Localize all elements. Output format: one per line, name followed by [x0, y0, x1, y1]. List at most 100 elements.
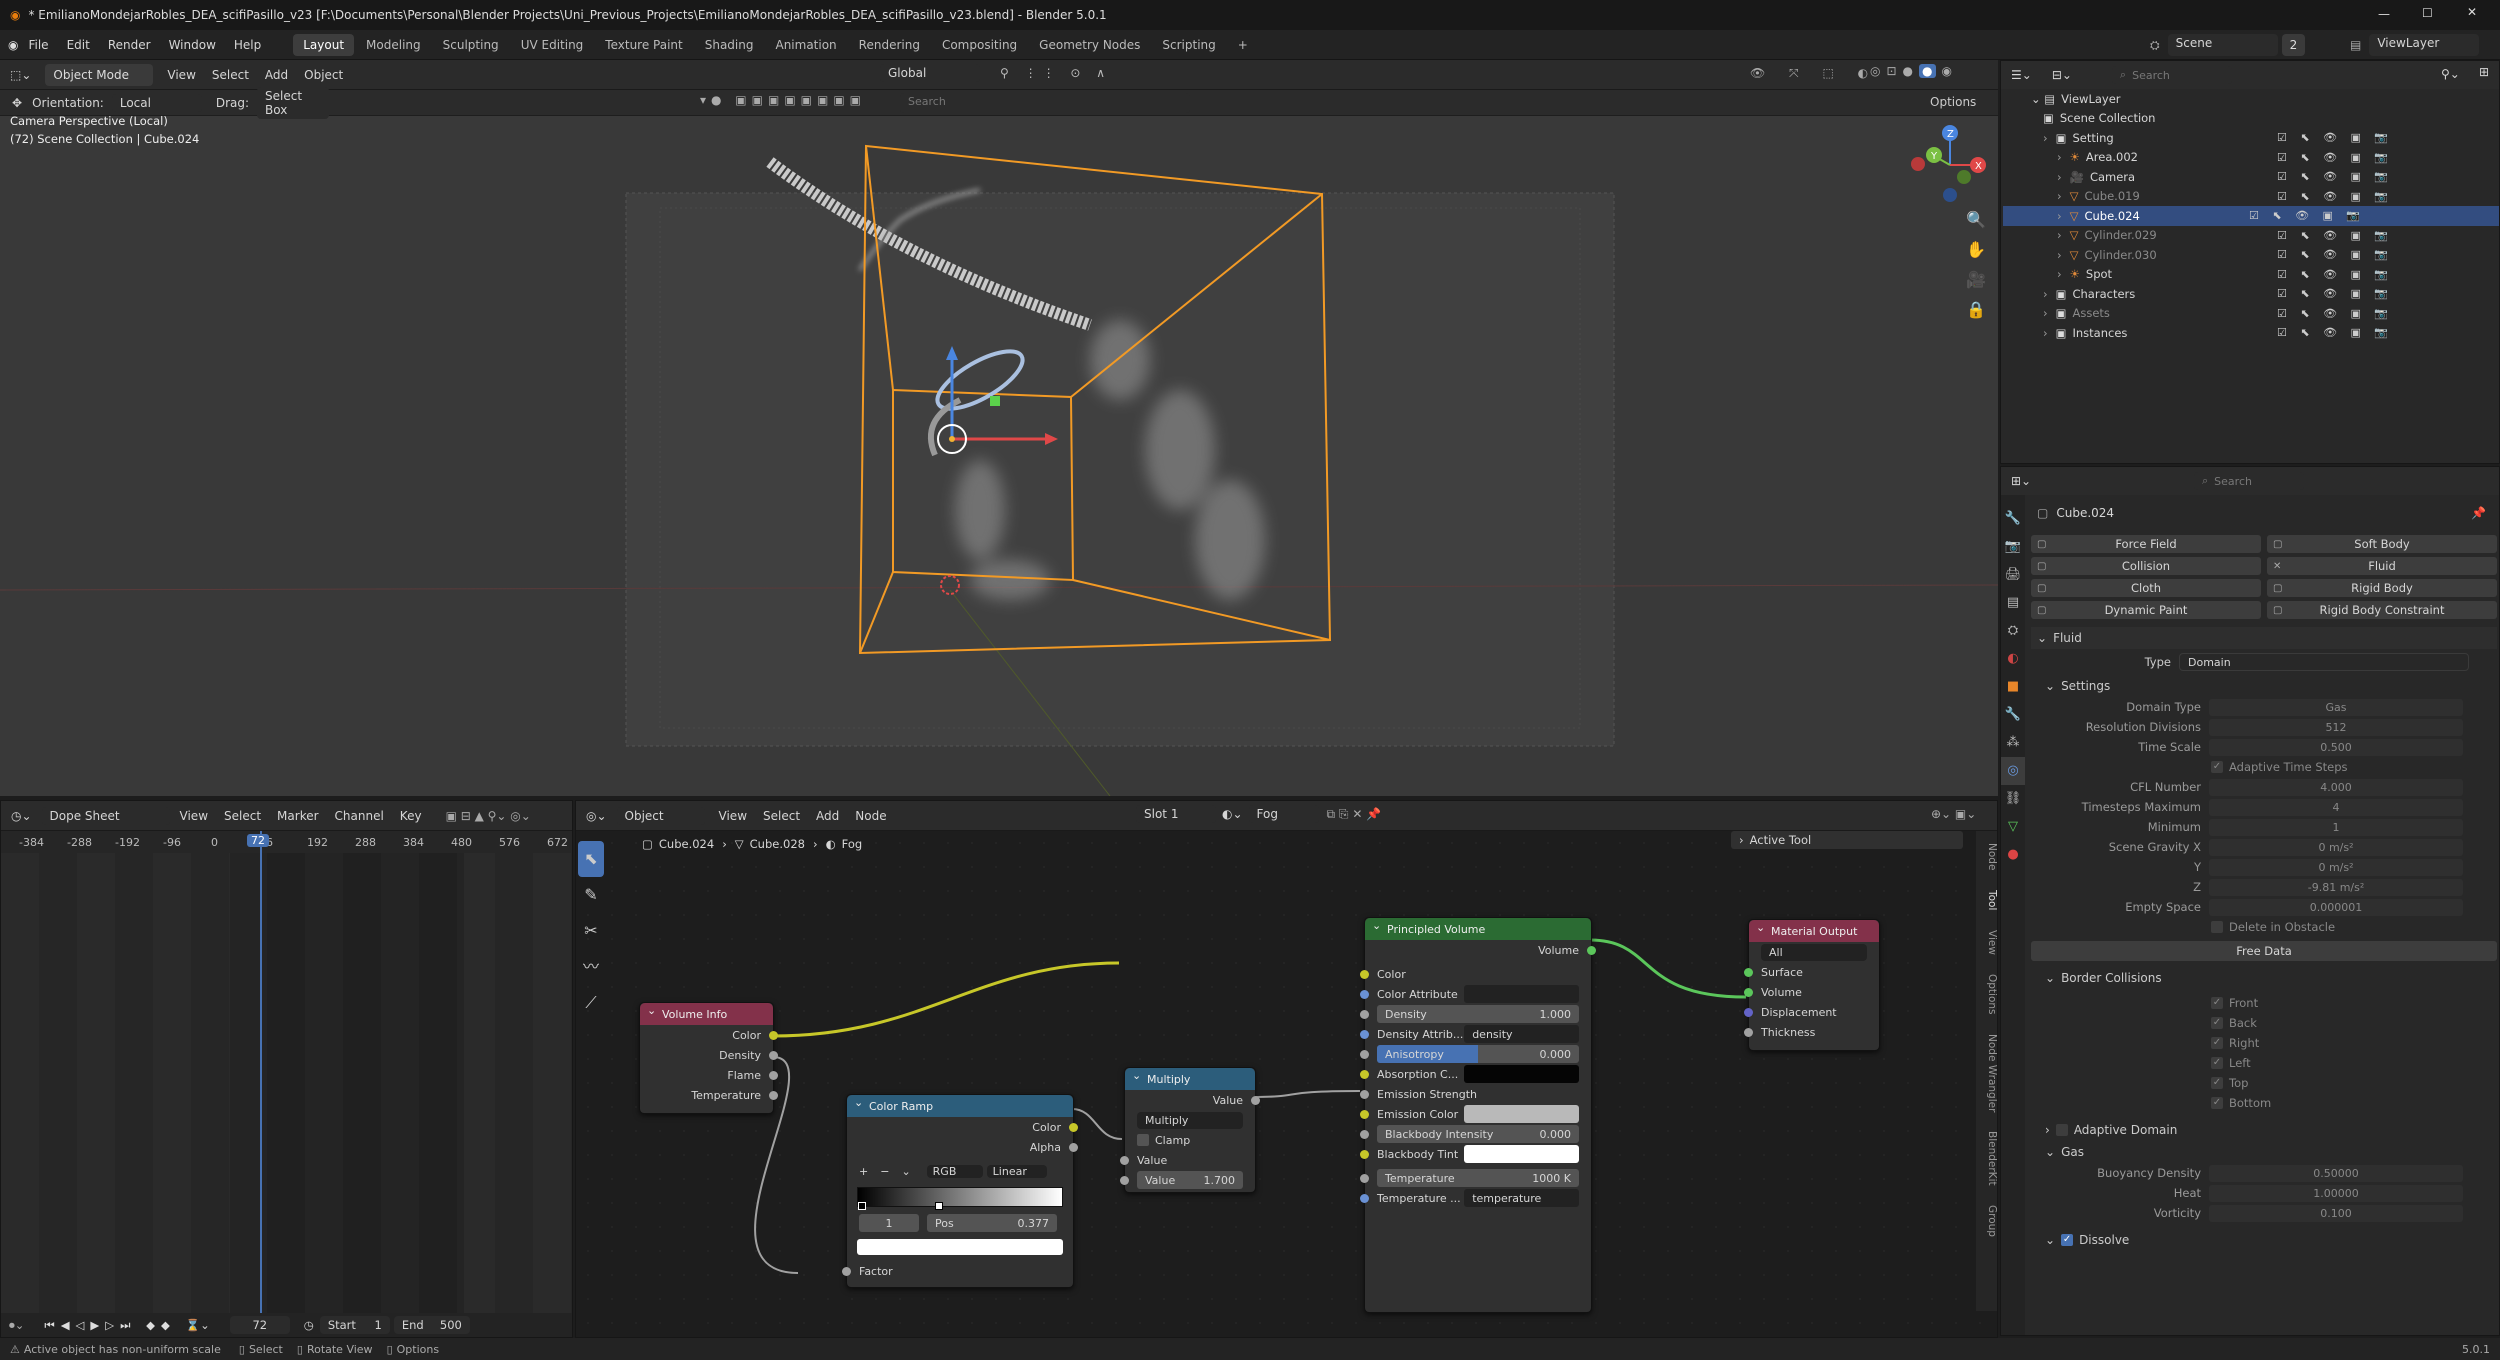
volume-info-header[interactable]: Volume Info	[640, 1003, 773, 1025]
tree-item[interactable]: › ▽ Cube.024 ☑ ⬉ 👁 ▣ 📷	[2003, 206, 2499, 226]
ds-menu-channel[interactable]: Channel	[335, 809, 384, 823]
tab-texture-paint[interactable]: Texture Paint	[595, 34, 692, 56]
data-tab-icon[interactable]: ▽	[2001, 813, 2025, 841]
material-output-node[interactable]: Material Output All Surface Volume Displ…	[1744, 919, 1880, 1051]
dopesheet-mode-dropdown[interactable]: Dope Sheet	[41, 806, 170, 825]
playback-controls[interactable]: ⏮◀◁▶▷⏭ ◆◆	[44, 1318, 175, 1333]
output-target-dropdown[interactable]: All	[1761, 943, 1867, 961]
expand-icon[interactable]: ›	[2043, 306, 2048, 320]
new-collection-icon[interactable]: ⊞	[2479, 65, 2489, 79]
blackbody-tint-swatch[interactable]	[1464, 1145, 1579, 1163]
dope-sheet[interactable]: ◷⌄ Dope Sheet View Select Marker Channel…	[0, 800, 573, 1338]
border-checkbox[interactable]: ✓ Back	[2031, 1013, 2497, 1033]
visibility-toggles[interactable]: ☑ ⬉ 👁 ▣ 📷	[2277, 268, 2393, 281]
ds-menu-marker[interactable]: Marker	[277, 809, 318, 823]
properties-search[interactable]: ⌕ Search	[2194, 472, 2304, 490]
particles-tab-icon[interactable]: ⁂	[2001, 729, 2025, 757]
anisotropy-field[interactable]: Anisotropy 0.000	[1377, 1045, 1579, 1063]
adaptive-domain-subpanel[interactable]: › Adaptive Domain	[2031, 1119, 2497, 1141]
tree-item-scene-collection[interactable]: ▣ Scene Collection	[2031, 109, 2499, 129]
physics-button[interactable]: ▢ Rigid Body Constraint	[2267, 601, 2497, 619]
interpolation-dropdown[interactable]: Linear	[986, 1164, 1047, 1178]
stop-color-swatch[interactable]	[857, 1239, 1063, 1255]
record-icon[interactable]: ⏺⌄	[9, 1318, 24, 1333]
property-field[interactable]: 0 m/s²	[2209, 838, 2463, 856]
visibility-toggles[interactable]: ☑ ⬉ 👁 ▣ 📷	[2277, 326, 2393, 339]
remove-stop-icon[interactable]: −	[880, 1165, 889, 1178]
tree-item[interactable]: › ▽ Cube.019 ☑ ⬉ 👁 ▣ 📷	[2031, 187, 2499, 207]
color-attribute-field[interactable]	[1464, 985, 1579, 1003]
visibility-toggles[interactable]: ☑ ⬉ 👁 ▣ 📷	[2277, 170, 2393, 183]
physics-button[interactable]: ▢ Soft Body	[2267, 535, 2497, 553]
display-mode-icon[interactable]: ⊟⌄	[2052, 68, 2072, 82]
ds-menu-view[interactable]: View	[180, 809, 208, 823]
tree-item[interactable]: › ☀ Area.002 ☑ ⬉ 👁 ▣ 📷	[2031, 148, 2499, 168]
add-stop-icon[interactable]: +	[859, 1165, 868, 1178]
viewlayer-selector[interactable]: ▤ ViewLayer	[2350, 34, 2480, 56]
outliner-search[interactable]: ⌕ Search	[2111, 66, 2232, 84]
border-collisions-subpanel[interactable]: ⌄ Border Collisions	[2031, 967, 2497, 989]
physics-button[interactable]: ▢ Force Field	[2031, 535, 2261, 553]
pin-icon[interactable]: 📌	[2471, 506, 2486, 520]
tab-sculpting[interactable]: Sculpting	[433, 34, 509, 56]
volume-info-node[interactable]: Volume Info Color Density Flame Temperat…	[639, 1002, 778, 1114]
multiply-header[interactable]: Multiply	[1125, 1068, 1255, 1090]
modifier-tab-icon[interactable]: 🔧	[2001, 701, 2025, 729]
visibility-toggles[interactable]: ☑ ⬉ 👁 ▣ 📷	[2277, 248, 2393, 261]
property-field[interactable]: Gas	[2209, 698, 2463, 716]
property-field[interactable]: 0.000001	[2209, 898, 2463, 916]
multiply-value-field[interactable]: Value 1.700	[1137, 1171, 1243, 1189]
tab-shading[interactable]: Shading	[695, 34, 764, 56]
dissolve-subpanel[interactable]: ⌄ ✓ Dissolve	[2031, 1229, 2497, 1251]
world-tab-icon[interactable]: ◐	[2001, 645, 2025, 673]
expand-icon[interactable]: ›	[2043, 287, 2048, 301]
tab-animation[interactable]: Animation	[765, 34, 846, 56]
property-field[interactable]: 1	[2209, 818, 2463, 836]
free-data-button[interactable]: Free Data	[2031, 941, 2497, 961]
lock-camera-icon[interactable]: 🔒	[1966, 295, 1986, 325]
tree-item[interactable]: › ▣ Assets ☑ ⬉ 👁 ▣ 📷	[2031, 304, 2499, 324]
filter-icon[interactable]: ⚲⌄	[2441, 67, 2460, 81]
tab-modeling[interactable]: Modeling	[356, 34, 431, 56]
scene-selector[interactable]: ⛭ Scene 2	[2150, 34, 2306, 56]
tab-layout[interactable]: Layout	[293, 33, 355, 56]
expand-icon[interactable]: ›	[2057, 150, 2062, 164]
visibility-toggles[interactable]: ☑ ⬉ 👁 ▣ 📷	[2277, 229, 2393, 242]
3d-viewport[interactable]: ⬚⌄ Object Mode View Select Add Object Gl…	[0, 60, 1998, 796]
scene-tab-icon[interactable]: ⛭	[2001, 617, 2025, 645]
physics-button[interactable]: ▢ Collision	[2031, 557, 2261, 575]
tree-item[interactable]: › 🎥 Camera ☑ ⬉ 👁 ▣ 📷	[2031, 167, 2499, 187]
multiply-node[interactable]: Multiply Value Multiply Clamp Value Valu…	[1120, 1067, 1260, 1193]
menu-render[interactable]: Render	[108, 38, 151, 52]
property-field[interactable]: 0.100	[2209, 1204, 2463, 1222]
visibility-toggles[interactable]: ☑ ⬉ 👁 ▣ 📷	[2277, 131, 2393, 144]
ds-filter-icons[interactable]: ▣ ⊟ ▲ ⚲⌄ ◎⌄	[446, 809, 531, 823]
border-checkbox[interactable]: ✓ Front	[2031, 993, 2497, 1013]
visibility-toggles[interactable]: ☑ ⬉ 👁 ▣ 📷	[2277, 287, 2393, 300]
tab-rendering[interactable]: Rendering	[849, 34, 930, 56]
tree-item[interactable]: › ▽ Cylinder.030 ☑ ⬉ 👁 ▣ 📷	[2031, 245, 2499, 265]
start-frame-field[interactable]: Start 1	[319, 1316, 390, 1334]
border-checkbox[interactable]: ✓ Top	[2031, 1073, 2497, 1093]
fluid-panel-header[interactable]: ⌄ Fluid	[2031, 627, 2497, 649]
frame-ruler[interactable]: -384-288-192-96096192288384480576672	[1, 831, 572, 853]
tab-uv-editing[interactable]: UV Editing	[511, 34, 594, 56]
menu-help[interactable]: Help	[234, 38, 261, 52]
output-tab-icon[interactable]: 🖨	[2001, 561, 2025, 589]
ds-menu-select[interactable]: Select	[224, 809, 261, 823]
tree-item[interactable]: › ☀ Spot ☑ ⬉ 👁 ▣ 📷	[2031, 265, 2499, 285]
visibility-toggles[interactable]: ☑ ⬉ 👁 ▣ 📷	[2277, 190, 2393, 203]
material-output-header[interactable]: Material Output	[1749, 920, 1879, 942]
property-field[interactable]: 4.000	[2209, 778, 2463, 796]
physics-tab-icon[interactable]: ◎	[2001, 757, 2025, 785]
tab-compositing[interactable]: Compositing	[932, 34, 1027, 56]
physics-button[interactable]: ✕ Fluid	[2267, 557, 2497, 575]
menu-file[interactable]: File	[28, 38, 48, 52]
property-field[interactable]: 1.00000	[2209, 1184, 2463, 1202]
border-checkbox[interactable]: ✓ Left	[2031, 1053, 2497, 1073]
expand-icon[interactable]: ›	[2057, 209, 2062, 223]
expand-icon[interactable]: ›	[2043, 326, 2048, 340]
ds-menu-key[interactable]: Key	[400, 809, 422, 823]
constraints-tab-icon[interactable]: ⛓	[2001, 785, 2025, 813]
border-checkbox[interactable]: ✓ Right	[2031, 1033, 2497, 1053]
